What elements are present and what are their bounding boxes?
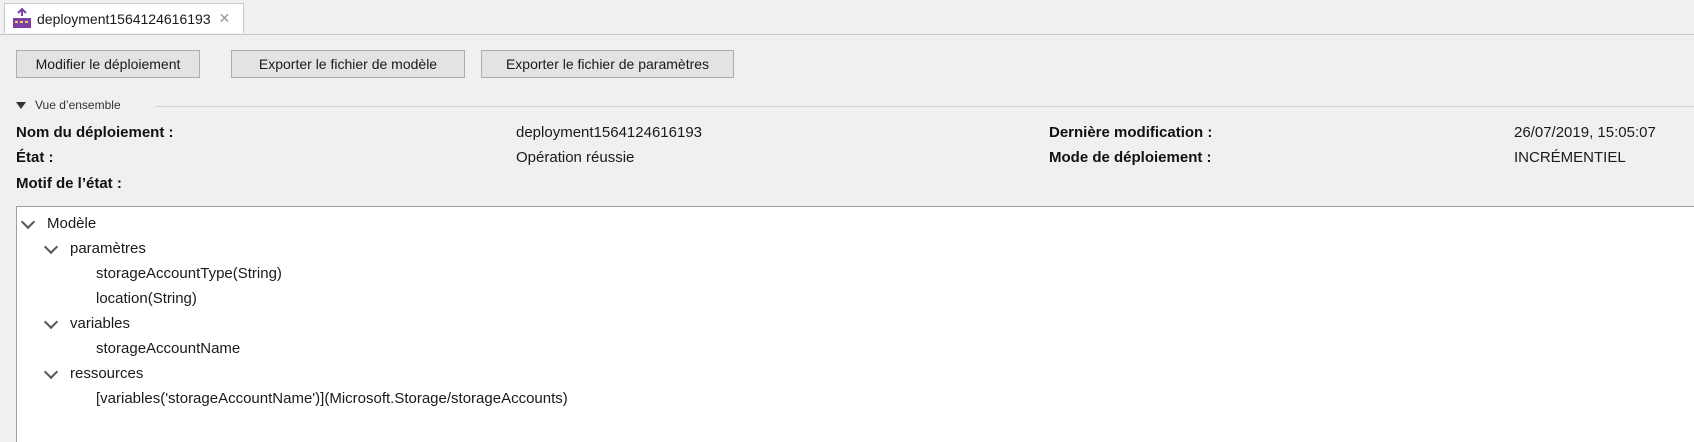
overview-section-header[interactable]: Vue d’ensemble — [16, 98, 121, 112]
editor-tab-strip: deployment1564124616193 ✕ — [0, 0, 1694, 35]
deployment-name-label: Nom du déploiement : — [16, 124, 174, 141]
state-value: Opération réussie — [516, 149, 635, 166]
collapse-triangle-icon[interactable] — [16, 101, 26, 109]
overview-section-title: Vue d’ensemble — [35, 98, 121, 112]
template-tree[interactable]: Modèle paramètres storageAccountType(Str… — [16, 206, 1694, 442]
tree-node-template[interactable]: Modèle — [20, 214, 97, 232]
tree-leaf[interactable]: storageAccountType(String) — [96, 265, 282, 282]
tree-node-resources[interactable]: ressources — [43, 364, 144, 382]
section-divider — [155, 106, 1694, 107]
chevron-down-icon[interactable] — [43, 364, 59, 379]
tree-leaf[interactable]: [variables('storageAccountName')](Micros… — [96, 390, 568, 407]
tab-title: deployment1564124616193 — [37, 10, 211, 27]
tree-leaf[interactable]: storageAccountName — [96, 340, 240, 357]
tree-node-label: paramètres — [70, 240, 146, 257]
deployment-icon — [11, 7, 33, 30]
tab-deployment[interactable]: deployment1564124616193 ✕ — [4, 3, 244, 33]
chevron-down-icon[interactable] — [20, 214, 36, 229]
tree-leaf-label: location(String) — [96, 290, 197, 307]
chevron-down-icon[interactable] — [43, 239, 59, 254]
export-parameters-button[interactable]: Exporter le fichier de paramètres — [481, 50, 734, 78]
tree-leaf-label: storageAccountName — [96, 340, 241, 357]
deployment-name-value: deployment1564124616193 — [516, 124, 702, 141]
deployment-mode-value: INCRÉMENTIEL — [1514, 149, 1626, 166]
chevron-down-icon[interactable] — [43, 314, 59, 329]
tree-leaf[interactable]: location(String) — [96, 290, 197, 307]
close-icon[interactable]: ✕ — [219, 10, 231, 27]
edit-deployment-button[interactable]: Modifier le déploiement — [16, 50, 200, 78]
tree-node-parameters[interactable]: paramètres — [43, 239, 146, 257]
state-label: État : — [16, 149, 54, 166]
export-template-button[interactable]: Exporter le fichier de modèle — [231, 50, 465, 78]
last-modified-label: Dernière modification : — [1049, 124, 1213, 141]
tree-node-label: ressources — [70, 365, 144, 382]
tree-node-label: Modèle — [47, 215, 97, 232]
last-modified-value: 26/07/2019, 15:05:07 — [1514, 124, 1656, 141]
deployment-mode-label: Mode de déploiement : — [1049, 149, 1212, 166]
tree-node-variables[interactable]: variables — [43, 314, 131, 332]
state-reason-label: Motif de l’état : — [16, 175, 122, 192]
tree-leaf-label: [variables('storageAccountName')](Micros… — [96, 390, 568, 407]
tree-node-label: variables — [70, 315, 131, 332]
tree-leaf-label: storageAccountType(String) — [96, 265, 282, 282]
